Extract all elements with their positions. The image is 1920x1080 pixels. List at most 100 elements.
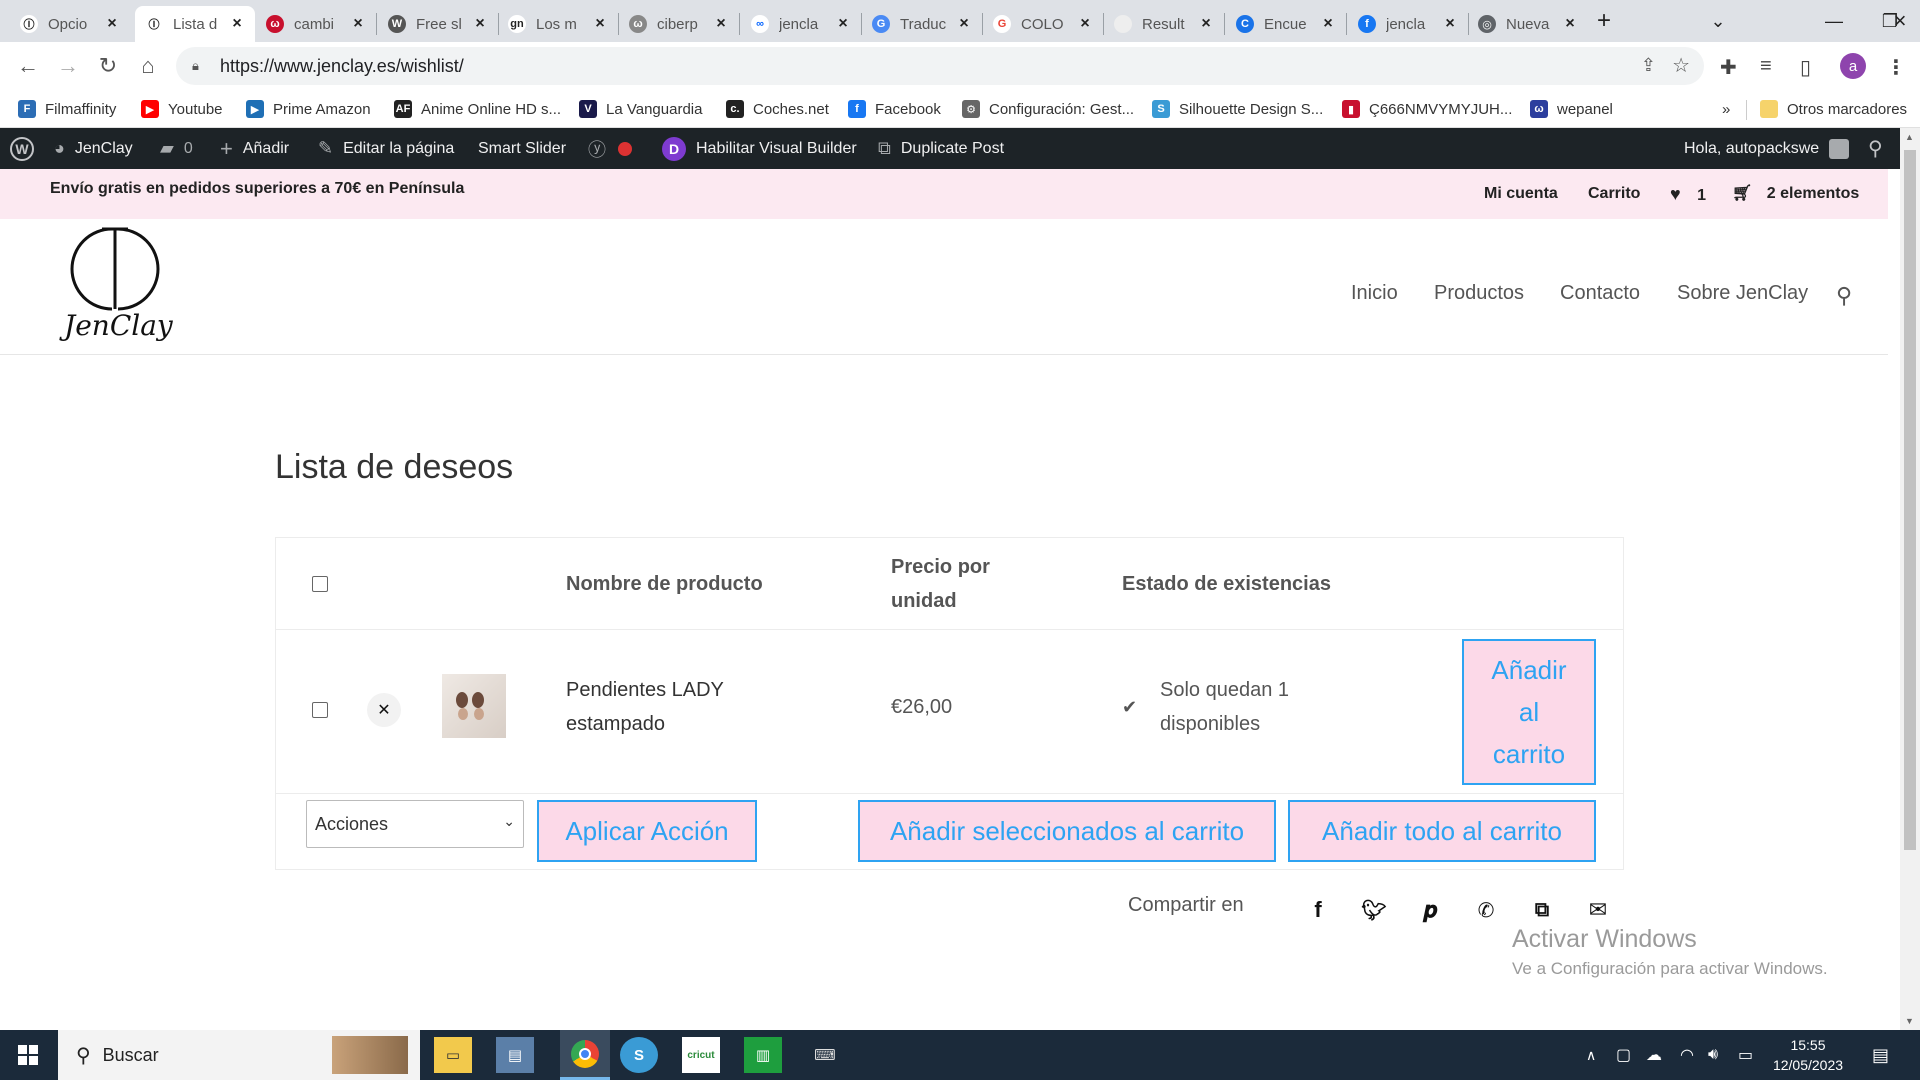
bookmark-item[interactable]: ⚙ Configuración: Gest... xyxy=(962,98,1134,120)
browser-tab[interactable]: C Encue × xyxy=(1226,6,1346,42)
tab-close-icon[interactable]: × xyxy=(956,15,972,33)
chrome-taskbar-icon[interactable] xyxy=(560,1030,610,1080)
extensions-icon[interactable]: ✚ xyxy=(1720,55,1737,80)
bookmark-item[interactable]: ω wepanel xyxy=(1530,98,1613,120)
visual-builder-link[interactable]: D Habilitar Visual Builder xyxy=(662,128,857,169)
reload-icon[interactable]: ↻ xyxy=(92,50,124,82)
tab-close-icon[interactable]: × xyxy=(592,15,608,33)
tab-close-icon[interactable]: × xyxy=(1077,15,1093,33)
yoast-seo-icon[interactable]: ⓨ xyxy=(588,128,632,169)
notifications-icon[interactable]: ▤ xyxy=(1872,1030,1889,1080)
browser-tab[interactable]: W Free sl × xyxy=(378,6,498,42)
window-close-icon[interactable]: × xyxy=(1880,0,1920,42)
product-thumbnail[interactable] xyxy=(442,674,506,738)
minimize-icon[interactable]: — xyxy=(1806,0,1862,42)
show-hidden-icons[interactable]: ∧ xyxy=(1586,1030,1596,1080)
scroll-down-arrow-icon[interactable]: ▼ xyxy=(1905,1016,1914,1026)
my-account-link[interactable]: Mi cuenta xyxy=(1484,169,1558,219)
bookmark-item[interactable]: ▮ Ç666NMVYMYJUH... xyxy=(1342,98,1512,120)
email-share-icon[interactable]: ✉ xyxy=(1584,896,1612,924)
reading-list-icon[interactable]: ≡ xyxy=(1760,55,1772,78)
duplicate-post-link[interactable]: ⧉ Duplicate Post xyxy=(878,128,1004,169)
site-name-link[interactable]: ◕ JenClay xyxy=(54,128,133,169)
row-checkbox[interactable] xyxy=(312,702,328,718)
back-icon[interactable]: ← xyxy=(12,50,44,82)
bulk-actions-select[interactable]: Acciones ⌄ xyxy=(306,800,524,848)
address-bar[interactable]: 🔒︎ https://www.jenclay.es/wishlist/ ⇪ ☆ xyxy=(176,47,1704,85)
bookmark-item[interactable]: F Filmaffinity xyxy=(18,98,116,120)
keyboard-app-icon[interactable]: ⌨ xyxy=(806,1037,844,1073)
tab-close-icon[interactable]: × xyxy=(1320,15,1336,33)
add-selected-to-cart-button[interactable]: Añadir seleccionados al carrito xyxy=(858,800,1276,862)
search-icon[interactable]: ⚲ xyxy=(1868,128,1883,169)
browser-tab[interactable]: ◎ Nueva × xyxy=(1468,6,1588,42)
tab-close-icon[interactable]: × xyxy=(1442,15,1458,33)
browser-tab[interactable]: ω cambi × xyxy=(256,6,376,42)
bookmark-item[interactable]: c. Coches.net xyxy=(726,98,829,120)
select-all-checkbox[interactable] xyxy=(312,576,328,592)
profile-avatar[interactable]: a xyxy=(1840,53,1866,79)
new-content-link[interactable]: + Añadir xyxy=(220,128,289,169)
page-scrollbar[interactable]: ▲ ▼ xyxy=(1900,128,1920,1030)
cart-link[interactable]: Carrito xyxy=(1588,169,1640,219)
tab-close-icon[interactable]: × xyxy=(229,15,245,33)
onedrive-icon[interactable]: ☁ xyxy=(1646,1030,1662,1080)
browser-tab[interactable]: ∞ jencla × xyxy=(741,6,861,42)
wifi-icon[interactable]: ◠ xyxy=(1680,1030,1694,1080)
other-bookmarks-folder[interactable]: Otros marcadores xyxy=(1760,98,1907,120)
header-search-icon[interactable]: ⚲ xyxy=(1836,283,1852,309)
tab-close-icon[interactable]: × xyxy=(104,15,120,33)
silhouette-studio-icon[interactable]: S xyxy=(620,1037,658,1073)
whatsapp-share-icon[interactable]: ✆ xyxy=(1472,896,1500,924)
tab-close-icon[interactable]: × xyxy=(472,15,488,33)
share-page-icon[interactable]: ⇪ xyxy=(1641,55,1656,76)
browser-tab[interactable]: Ⓘ Lista d × xyxy=(135,6,255,42)
spreadsheet-app-icon[interactable]: ▥ xyxy=(744,1037,782,1073)
scroll-up-arrow-icon[interactable]: ▲ xyxy=(1905,132,1914,142)
tab-close-icon[interactable]: × xyxy=(713,15,729,33)
site-logo[interactable]: JenClay xyxy=(60,223,173,353)
add-all-to-cart-button[interactable]: Añadir todo al carrito xyxy=(1288,800,1596,862)
tab-close-icon[interactable]: × xyxy=(1198,15,1214,33)
my-account-link[interactable]: Hola, autopackswe xyxy=(1684,128,1850,169)
battery-icon[interactable]: ▭ xyxy=(1738,1030,1753,1080)
windows-start-icon[interactable] xyxy=(18,1045,38,1065)
device-icon[interactable]: ▢ xyxy=(1616,1030,1631,1080)
bookmark-item[interactable]: f Facebook xyxy=(848,98,941,120)
product-name-link[interactable]: Pendientes LADY estampado xyxy=(566,673,724,741)
bookmark-item[interactable]: ▶ Prime Amazon xyxy=(246,98,371,120)
edit-page-link[interactable]: ✎ Editar la página xyxy=(318,128,454,169)
comments-link[interactable]: ▰ 0 xyxy=(160,128,193,169)
file-explorer-icon[interactable]: ▭ xyxy=(434,1037,472,1073)
facebook-share-icon[interactable]: f xyxy=(1304,896,1332,924)
browser-tab[interactable]: Ⓘ Opcio × xyxy=(10,6,130,42)
browser-tab[interactable]: G COLO × xyxy=(983,6,1103,42)
smart-slider-link[interactable]: Smart Slider xyxy=(478,128,566,169)
pinterest-share-icon[interactable]: 𝒑 xyxy=(1416,896,1444,924)
taskbar-search-box[interactable]: ⚲ Buscar xyxy=(58,1030,420,1080)
scrollbar-thumb[interactable] xyxy=(1904,150,1916,850)
twitter-share-icon[interactable]: 🐦︎ xyxy=(1360,896,1388,924)
browser-tab[interactable]: Result × xyxy=(1104,6,1224,42)
tab-close-icon[interactable]: × xyxy=(1562,15,1578,33)
nav-productos[interactable]: Productos xyxy=(1434,282,1524,305)
tab-close-icon[interactable]: × xyxy=(350,15,366,33)
browser-tab[interactable]: gn Los m × xyxy=(498,6,618,42)
mini-cart-link[interactable]: 🛒︎ 2 elementos xyxy=(1732,169,1859,219)
copy-link-share-icon[interactable]: ⧉ xyxy=(1528,896,1556,924)
nav-inicio[interactable]: Inicio xyxy=(1351,282,1398,305)
nav-contacto[interactable]: Contacto xyxy=(1560,282,1640,305)
bookmark-star-icon[interactable]: ☆ xyxy=(1672,53,1690,78)
bookmark-item[interactable]: S Silhouette Design S... xyxy=(1152,98,1323,120)
wordpress-logo-icon[interactable]: W xyxy=(10,128,34,169)
apply-action-button[interactable]: Aplicar Acción xyxy=(537,800,757,862)
tab-search-icon[interactable]: ⌄ xyxy=(1690,0,1746,42)
add-to-cart-button[interactable]: Añadir al carrito xyxy=(1462,639,1596,785)
browser-tab[interactable]: G Traduc × xyxy=(862,6,982,42)
bookmark-item[interactable]: AF Anime Online HD s... xyxy=(394,98,561,120)
volume-icon[interactable]: 🔊︎ xyxy=(1708,1030,1718,1080)
new-tab-button[interactable]: + xyxy=(1584,0,1624,42)
browser-tab[interactable]: ω ciberp × xyxy=(619,6,739,42)
forward-icon[interactable]: → xyxy=(52,50,84,82)
bookmark-item[interactable]: ▶ Youtube xyxy=(141,98,223,120)
